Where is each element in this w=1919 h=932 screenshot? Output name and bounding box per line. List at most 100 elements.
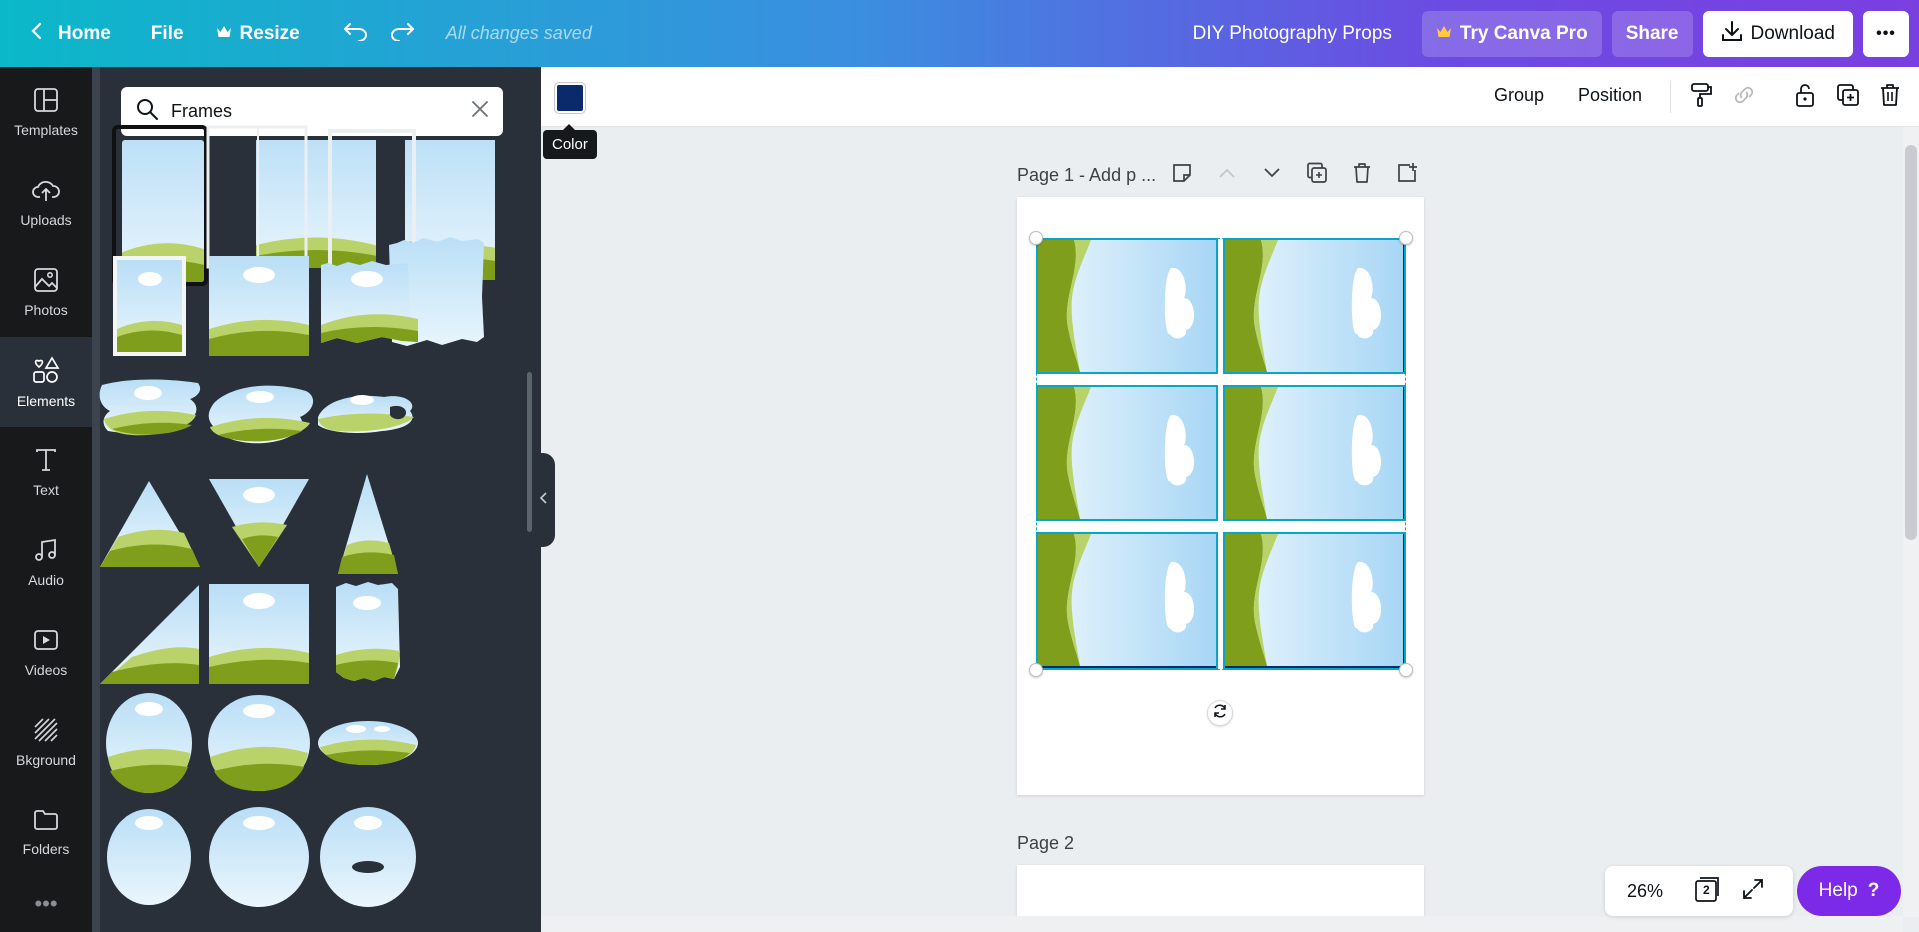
frame-thumb-9[interactable]: [318, 395, 414, 433]
duplicate-button[interactable]: [1833, 82, 1863, 112]
trash-icon: [1879, 83, 1901, 112]
try-pro-label: Try Canva Pro: [1459, 22, 1588, 44]
shapes-icon: [32, 355, 60, 387]
selection-outline: [1036, 238, 1406, 670]
zoom-controls: 26% 2: [1605, 866, 1793, 916]
page-2-title[interactable]: Page 2: [1017, 833, 1074, 854]
duplicate-page-button[interactable]: [1294, 161, 1339, 189]
frame-thumb-5[interactable]: [209, 256, 309, 356]
share-button[interactable]: Share: [1611, 10, 1693, 57]
rail-item-templates[interactable]: Templates: [0, 67, 92, 157]
resize-handle-bottom-left[interactable]: [1029, 663, 1043, 677]
group-button[interactable]: Group: [1494, 85, 1544, 106]
file-label: File: [150, 22, 184, 44]
color-swatch-button[interactable]: [555, 83, 585, 113]
frames-grid: [99, 125, 495, 907]
home-button[interactable]: Home: [16, 11, 125, 57]
move-page-down-button[interactable]: [1249, 161, 1294, 189]
position-button[interactable]: Position: [1578, 85, 1642, 106]
frame-thumb-20[interactable]: [209, 807, 309, 907]
link-button[interactable]: [1729, 82, 1759, 112]
canvas-scroll-thumb[interactable]: [1905, 145, 1917, 540]
redo-button[interactable]: [384, 11, 420, 57]
background-hatch-icon: [33, 717, 59, 746]
frame-thumb-16[interactable]: [106, 693, 192, 793]
try-canva-pro-button[interactable]: Try Canva Pro: [1421, 10, 1602, 57]
frame-thumb-17[interactable]: [208, 695, 310, 791]
page-2-canvas[interactable]: [1017, 865, 1424, 916]
help-button[interactable]: Help ?: [1797, 866, 1901, 916]
frame-thumb-21[interactable]: [320, 807, 416, 907]
crown-icon: [1436, 23, 1452, 45]
rail-item-photos[interactable]: Photos: [0, 247, 92, 337]
context-toolbar: Color Group Position: [541, 67, 1919, 159]
file-menu-button[interactable]: File: [137, 11, 198, 57]
panel-scrollbar[interactable]: [527, 372, 532, 532]
rail-label-elements: Elements: [16, 392, 76, 409]
rail-label-folders: Folders: [22, 840, 70, 857]
frame-thumb-2[interactable]: [206, 125, 382, 277]
rail-label-photos: Photos: [24, 301, 68, 318]
left-rail: Templates Uploads Photos Elements Text A…: [0, 67, 92, 932]
delete-button[interactable]: [1875, 82, 1905, 112]
page-count-button[interactable]: 2: [1685, 876, 1729, 907]
rail-item-audio[interactable]: Audio: [0, 517, 92, 607]
move-page-up-button[interactable]: [1204, 161, 1249, 189]
crown-icon: [216, 23, 232, 45]
rail-item-folders[interactable]: Folders: [0, 787, 92, 877]
canvas-scrollbar-horizontal[interactable]: [541, 916, 1903, 932]
frame-thumb-10[interactable]: [100, 481, 200, 567]
page-notes-button[interactable]: [1159, 161, 1204, 189]
frame-thumb-15[interactable]: [336, 582, 400, 681]
text-t-icon: [33, 447, 59, 476]
rail-item-background[interactable]: Bkground: [0, 697, 92, 787]
rotate-handle[interactable]: [1207, 700, 1233, 726]
duplicate-icon: [1836, 83, 1860, 112]
rail-item-elements[interactable]: Elements: [0, 337, 92, 427]
upload-cloud-icon: [32, 177, 60, 206]
resize-handle-top-right[interactable]: [1399, 231, 1413, 245]
page-1-title[interactable]: Page 1 - Add p ...: [1017, 165, 1156, 186]
frame-thumb-4[interactable]: [113, 256, 186, 356]
resize-handle-top-left[interactable]: [1029, 231, 1043, 245]
frame-thumb-14[interactable]: [209, 584, 309, 684]
fullscreen-button[interactable]: [1729, 878, 1777, 905]
rail-item-videos[interactable]: Videos: [0, 607, 92, 697]
rail-label-text: Text: [33, 481, 59, 498]
rail-item-text[interactable]: Text: [0, 427, 92, 517]
delete-page-button[interactable]: [1339, 161, 1384, 189]
frame-thumb-12[interactable]: [338, 474, 398, 574]
more-options-button[interactable]: •••: [1863, 10, 1909, 57]
frame-thumb-18[interactable]: [318, 721, 418, 765]
templates-icon: [33, 87, 59, 116]
rail-label-videos: Videos: [24, 661, 68, 678]
undo-button[interactable]: [338, 11, 374, 57]
rail-more-button[interactable]: •••: [0, 891, 92, 917]
frame-thumb-19[interactable]: [107, 809, 191, 905]
collapse-panel-button[interactable]: [533, 453, 555, 547]
copy-style-button[interactable]: [1686, 82, 1716, 112]
rotate-icon: [1212, 703, 1228, 724]
home-label: Home: [58, 22, 111, 44]
unlock-icon: [1794, 82, 1816, 113]
add-page-button[interactable]: [1384, 161, 1429, 189]
frame-thumb-11[interactable]: [209, 479, 309, 567]
paint-roller-icon: [1689, 82, 1713, 113]
resize-handle-bottom-right[interactable]: [1399, 663, 1413, 677]
help-label: Help: [1818, 880, 1858, 901]
zoom-level[interactable]: 26%: [1605, 881, 1685, 902]
frame-thumb-13[interactable]: [100, 585, 199, 684]
resize-label: Resize: [239, 22, 300, 44]
document-title[interactable]: DIY Photography Props: [1179, 11, 1406, 57]
frame-thumb-7[interactable]: [99, 379, 201, 436]
rail-item-uploads[interactable]: Uploads: [0, 157, 92, 247]
lock-button[interactable]: [1790, 82, 1820, 112]
download-button[interactable]: Download: [1702, 10, 1853, 57]
rail-label-uploads: Uploads: [20, 211, 72, 228]
resize-button[interactable]: Resize: [202, 11, 314, 57]
frame-thumb-8[interactable]: [208, 385, 314, 444]
page-count: 2: [1703, 882, 1710, 897]
share-label: Share: [1625, 22, 1679, 44]
rail-label-templates: Templates: [14, 121, 78, 138]
trash-icon: [1352, 162, 1372, 189]
